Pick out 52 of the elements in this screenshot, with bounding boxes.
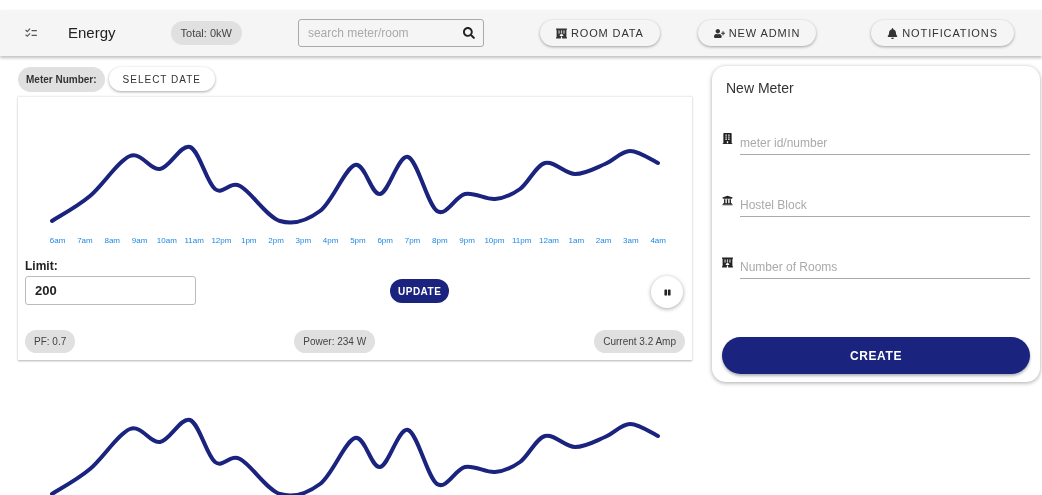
time-label: 11pm <box>511 235 533 247</box>
limit-label: Limit: <box>25 258 59 275</box>
time-label: 7pm <box>403 235 422 247</box>
bank-icon <box>722 195 733 206</box>
menu-icon[interactable] <box>24 26 38 40</box>
time-label: 11am <box>183 235 205 247</box>
time-label: 3pm <box>294 235 313 247</box>
search-icon[interactable] <box>462 27 475 39</box>
time-label: 4am <box>649 235 667 247</box>
time-label: 7am <box>76 235 94 247</box>
time-label: 12pm <box>210 235 233 247</box>
reading-chip: Current 3.2 Amp <box>594 330 685 353</box>
time-label: 8am <box>103 235 121 247</box>
create-button[interactable]: CREATE <box>722 337 1030 374</box>
pause-button[interactable] <box>651 276 683 308</box>
pause-icon <box>663 288 671 296</box>
bell-icon <box>887 27 899 39</box>
update-button[interactable]: UPDATE <box>390 279 450 303</box>
time-label: 6pm <box>376 235 394 247</box>
time-label: 8pm <box>431 235 449 247</box>
time-label: 10pm <box>483 235 506 247</box>
form-field[interactable]: Hostel Block <box>740 193 1030 217</box>
meter-number-chip: Meter Number: <box>18 66 105 92</box>
limit-field[interactable]: 200 <box>25 276 196 305</box>
header-button[interactable]: NEW ADMIN <box>697 20 817 46</box>
search-field[interactable]: search meter/room <box>297 19 484 47</box>
hotel-icon <box>722 257 733 268</box>
time-label: 3am <box>622 235 640 247</box>
select-date-button[interactable]: SELECT DATE <box>108 67 215 91</box>
time-label: 4pm <box>321 235 340 247</box>
building-icon <box>722 133 733 144</box>
time-label: 9pm <box>458 235 476 247</box>
card-title: New Meter <box>726 79 795 98</box>
time-label: 1pm <box>239 235 258 247</box>
time-label: 5pm <box>349 235 367 247</box>
time-label: 12am <box>538 235 560 247</box>
reading-chip: Power: 234 W <box>294 330 376 353</box>
time-label: 10am <box>155 235 178 247</box>
app-title: Energy <box>68 22 116 43</box>
header-button[interactable]: NOTIFICATIONS <box>871 20 1014 46</box>
form-field[interactable]: Number of Rooms <box>740 255 1030 279</box>
building-icon <box>555 27 567 39</box>
header-button[interactable]: ROOM DATA <box>539 20 660 46</box>
reading-chip: PF: 0.7 <box>25 330 76 353</box>
time-label: 6am <box>48 235 67 247</box>
person-add-icon <box>713 27 725 39</box>
form-field[interactable]: meter id/number <box>740 131 1030 155</box>
time-label: 1am <box>567 235 586 247</box>
time-label: 2pm <box>267 235 285 247</box>
time-label: 2am <box>594 235 613 247</box>
total-chip: Total: 0kW <box>170 20 242 46</box>
time-label: 9am <box>130 235 149 247</box>
